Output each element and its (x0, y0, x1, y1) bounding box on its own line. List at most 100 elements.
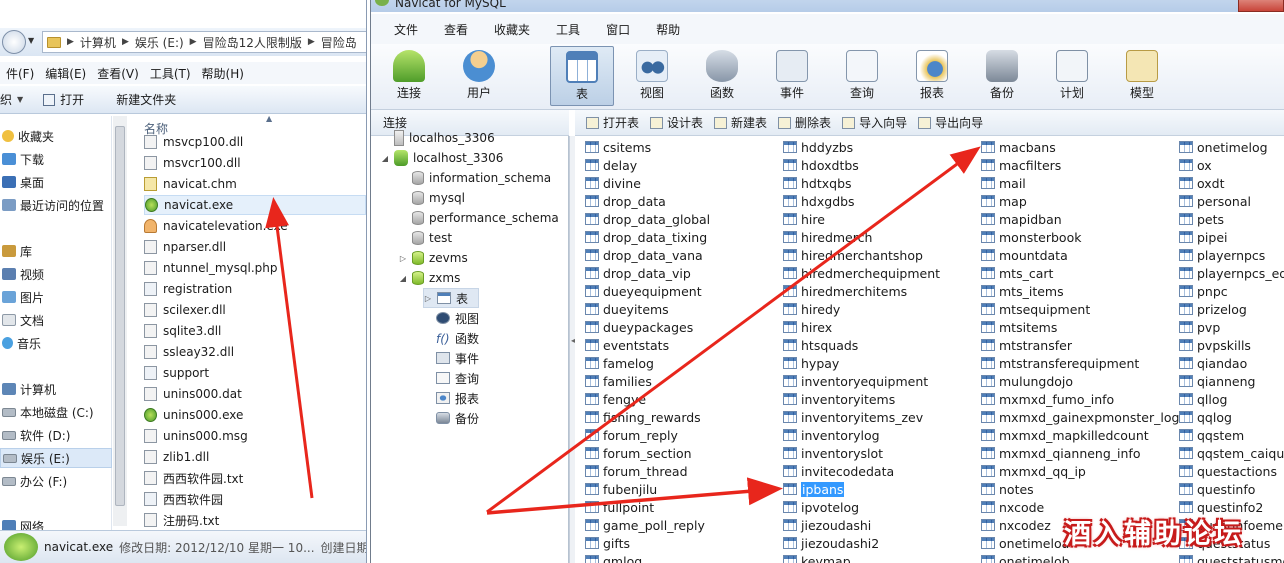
tree-node[interactable]: f() 函数 (423, 328, 479, 348)
tree-node[interactable]: ▷ 表 (423, 288, 479, 308)
nav-item[interactable]: 桌面 (0, 172, 112, 192)
table-item[interactable]: dueypackages (585, 318, 693, 336)
table-item[interactable]: mtsitems (981, 318, 1057, 336)
nav-item[interactable]: 下载 (0, 149, 112, 169)
table-item[interactable]: divine (585, 174, 641, 192)
user-tool-button[interactable]: 用户 (447, 46, 511, 106)
table-item[interactable]: hdtxqbs (783, 174, 852, 192)
model-tool-button[interactable]: 模型 (1110, 46, 1174, 106)
table-item[interactable]: onetimeloa (981, 534, 1069, 552)
table-item[interactable]: csitems (585, 138, 651, 156)
table-item[interactable]: keymap (783, 552, 851, 563)
navigation-scrollbar[interactable] (113, 116, 127, 526)
table-item[interactable]: invitecodedata (783, 462, 894, 480)
menu-file[interactable]: 件(F) (0, 65, 39, 82)
table-item[interactable]: notes (981, 480, 1034, 498)
table-item[interactable]: playernpcs_equ (1179, 264, 1284, 282)
table-item[interactable]: mxmxd_mapkilledcount (981, 426, 1149, 444)
table-item[interactable]: families (585, 372, 652, 390)
recent-pages-dropdown-icon[interactable]: ▼ (28, 36, 34, 45)
table-item[interactable]: htsquads (783, 336, 858, 354)
table-item[interactable]: mxmxd_gainexpmonster_logs (981, 408, 1186, 426)
breadcrumb-drive-e[interactable]: 娱乐 (E:) (135, 34, 184, 51)
tree-node[interactable]: ◢ localhost_3306 (381, 148, 503, 168)
menu-tools[interactable]: 工具(T) (144, 65, 196, 82)
file-item[interactable]: msvcr100.dll (144, 153, 366, 173)
table-item[interactable]: drop_data (585, 192, 666, 210)
expand-toggle-icon[interactable]: ◢ (381, 154, 389, 163)
file-item[interactable]: unins000.dat (144, 384, 366, 404)
table-item[interactable]: ipvotelog (783, 498, 859, 516)
nav-item[interactable]: 图片 (0, 287, 112, 307)
menu-help[interactable]: 帮助 (643, 21, 693, 38)
file-item[interactable]: msvcp100.dll (144, 132, 366, 152)
table-item[interactable]: inventoryitems_zev (783, 408, 923, 426)
tree-node[interactable]: performance_schema (399, 208, 559, 228)
event-tool-button[interactable]: 事件 (760, 46, 824, 106)
tree-node[interactable]: test (399, 228, 452, 248)
table-item[interactable]: drop_data_vana (585, 246, 703, 264)
table-item[interactable]: hiredy (783, 300, 840, 318)
table-item[interactable]: mulungdojo (981, 372, 1073, 390)
table-item[interactable]: qianneng (1179, 372, 1255, 390)
file-item[interactable]: unins000.exe (144, 405, 366, 425)
table-tool-button[interactable]: 表 (550, 46, 614, 106)
file-item[interactable]: 西西软件园 (144, 489, 366, 509)
table-item[interactable]: mtstransferequipment (981, 354, 1139, 372)
backup-tool-button[interactable]: 备份 (970, 46, 1034, 106)
table-item[interactable]: hiredmerchitems (783, 282, 907, 300)
table-item[interactable]: fengye (585, 390, 646, 408)
table-item[interactable]: famelog (585, 354, 654, 372)
open-table-button[interactable]: 打开表 (583, 114, 647, 131)
table-item[interactable]: prizelog (1179, 300, 1247, 318)
breadcrumb-separator-icon[interactable]: ▶ (67, 37, 74, 47)
table-item[interactable]: drop_data_vip (585, 264, 691, 282)
nav-item[interactable]: 视频 (0, 264, 112, 284)
file-item[interactable]: 西西软件园.txt (144, 468, 366, 488)
table-item[interactable]: pvpskills (1179, 336, 1251, 354)
menu-file[interactable]: 文件 (381, 21, 431, 38)
menu-tools[interactable]: 工具 (543, 21, 593, 38)
breadcrumb-computer[interactable]: 计算机 (80, 34, 116, 51)
table-item[interactable]: forum_reply (585, 426, 678, 444)
menu-favorites[interactable]: 收藏夹 (481, 21, 543, 38)
table-item[interactable]: macbans (981, 138, 1056, 156)
breadcrumb-separator-icon[interactable]: ▶ (308, 37, 315, 47)
table-item[interactable]: inventoryitems (783, 390, 895, 408)
table-item[interactable]: inventoryslot (783, 444, 883, 462)
tree-node[interactable]: 事件 (423, 348, 479, 368)
table-item[interactable]: ox (1179, 156, 1212, 174)
file-item[interactable]: ssleay32.dll (144, 342, 366, 362)
function-tool-button[interactable]: 函数 (690, 46, 754, 106)
table-item[interactable]: onetimelob (981, 552, 1070, 563)
table-item[interactable]: playernpcs (1179, 246, 1265, 264)
table-item[interactable]: mts_cart (981, 264, 1053, 282)
file-item[interactable]: zlib1.dll (144, 447, 366, 467)
import-wizard-button[interactable]: 导入向导 (839, 114, 915, 131)
table-item[interactable]: monsterbook (981, 228, 1081, 246)
table-item[interactable]: drop_data_tixing (585, 228, 707, 246)
menu-view[interactable]: 查看 (431, 21, 481, 38)
table-item[interactable]: mountdata (981, 246, 1068, 264)
nav-item[interactable]: 本地磁盘 (C:) (0, 402, 112, 422)
tree-node[interactable]: ◢ zxms (399, 268, 460, 288)
table-item[interactable]: hddyzbs (783, 138, 853, 156)
new-table-button[interactable]: 新建表 (711, 114, 775, 131)
table-item[interactable]: nxcode (981, 498, 1044, 516)
table-item[interactable]: dueyitems (585, 300, 669, 318)
expand-toggle-icon[interactable]: ▷ (424, 294, 432, 303)
table-item[interactable]: delay (585, 156, 637, 174)
table-item[interactable]: nxcodez (981, 516, 1051, 534)
back-button[interactable] (2, 30, 26, 54)
file-item[interactable]: ntunnel_mysql.php (144, 258, 366, 278)
table-item[interactable]: forum_thread (585, 462, 688, 480)
schedule-tool-button[interactable]: 计划 (1040, 46, 1104, 106)
table-item[interactable]: mtsequipment (981, 300, 1090, 318)
nav-item[interactable]: 音乐 (0, 333, 112, 353)
file-item[interactable]: navicat.exe (144, 195, 366, 215)
table-item[interactable]: macfilters (981, 156, 1061, 174)
design-table-button[interactable]: 设计表 (647, 114, 711, 131)
table-item[interactable]: forum_section (585, 444, 692, 462)
table-item[interactable]: eventstats (585, 336, 669, 354)
nav-item[interactable]: 库 (0, 241, 112, 261)
